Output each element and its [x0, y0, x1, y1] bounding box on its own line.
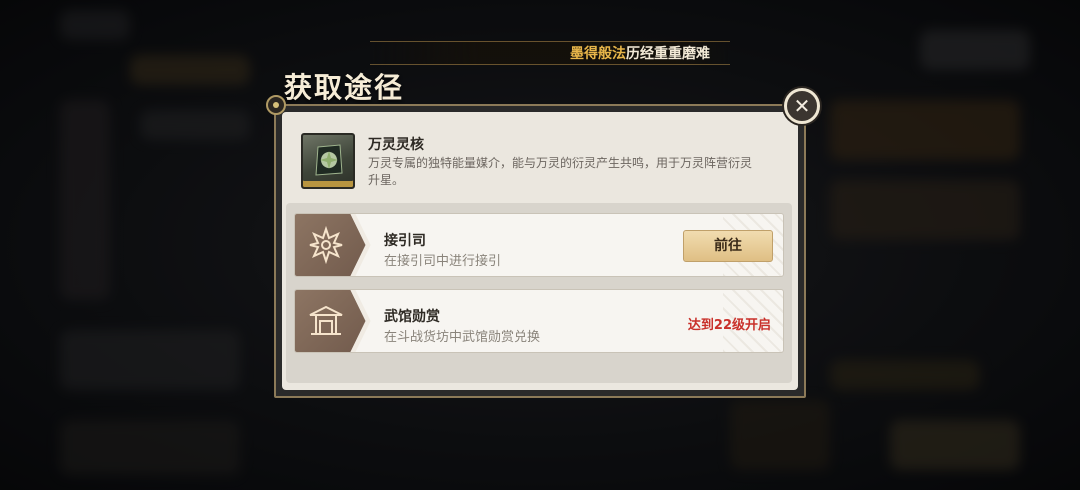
close-button[interactable]: ✕ [784, 88, 820, 124]
item-description: 万灵专属的独特能量媒介，能与万灵的衍灵产生共鸣，用于万灵阵营衍灵升星。 [368, 156, 753, 187]
close-icon: ✕ [793, 94, 811, 118]
corner-ornament-icon [266, 95, 286, 115]
crystal-core-icon [301, 133, 355, 189]
lotus-icon [309, 226, 343, 264]
item-name: 万灵灵核 [368, 137, 424, 153]
source-subtitle: 在接引司中进行接引 [384, 254, 502, 269]
dialog-title: 获取途径 [284, 71, 405, 104]
source-subtitle: 在斗战货坊中武馆勋赏兑换 [384, 330, 541, 345]
unlock-requirement: 达到22级开启 [687, 318, 771, 333]
banner-text: 历经重重磨难 [626, 46, 710, 62]
pavilion-icon [309, 305, 343, 335]
top-banner: 墨得般法历经重重磨难 [370, 41, 730, 65]
source-row-wuguan: 武馆勋赏 在斗战货坊中武馆勋赏兑换 达到22级开启 [294, 289, 784, 353]
source-title: 武馆勋赏 [384, 309, 440, 325]
source-title: 接引司 [384, 233, 426, 249]
source-row-jieyinsi[interactable]: 接引司 在接引司中进行接引 前往 [294, 213, 784, 277]
banner-highlight: 墨得般法 [570, 46, 626, 62]
go-button[interactable]: 前往 [683, 230, 773, 262]
